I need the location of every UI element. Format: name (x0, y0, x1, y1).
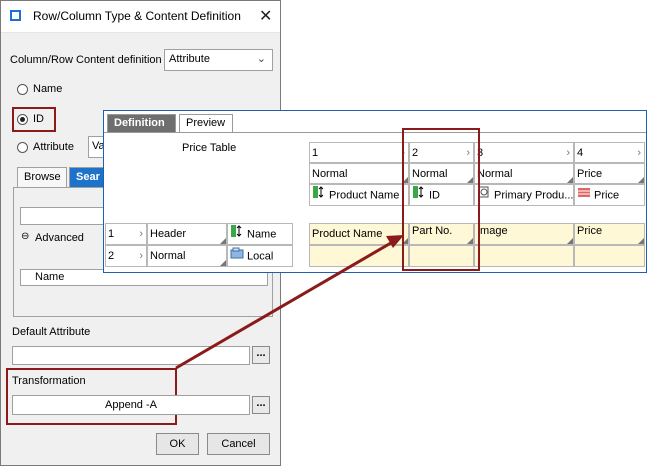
annotation-arrow (175, 235, 404, 370)
arrow-line (175, 238, 397, 370)
arrow-head-icon (386, 235, 404, 248)
